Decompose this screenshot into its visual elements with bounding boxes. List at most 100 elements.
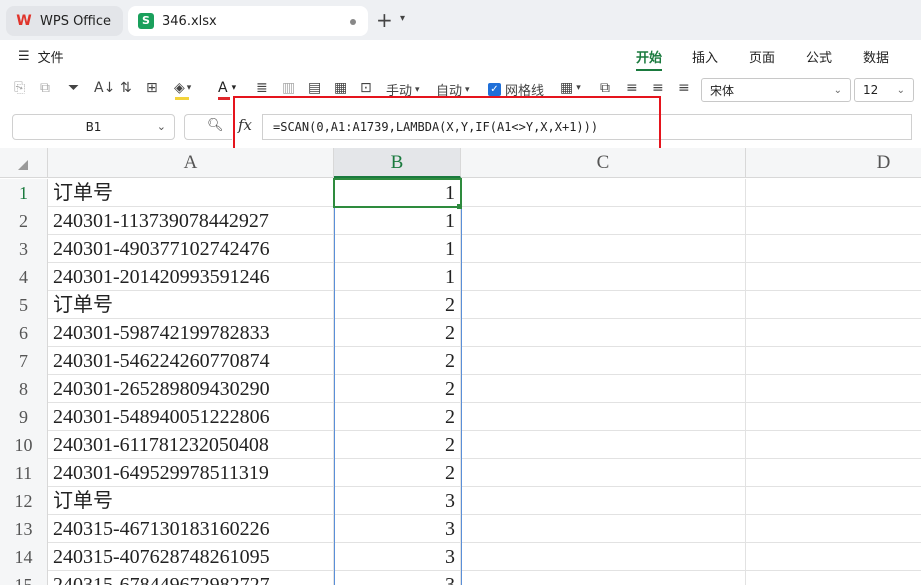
cell-c[interactable] xyxy=(461,515,746,543)
cell-b[interactable]: 2 xyxy=(334,347,461,375)
cell-c[interactable] xyxy=(461,207,746,235)
new-tab-plus-icon[interactable]: + xyxy=(376,9,393,31)
cell-d[interactable] xyxy=(746,571,921,585)
row-header[interactable]: 5 xyxy=(0,291,48,319)
cell-d[interactable] xyxy=(746,291,921,319)
borders-icon[interactable]: ⊞ xyxy=(146,80,158,96)
cell-d[interactable] xyxy=(746,459,921,487)
select-all-corner[interactable] xyxy=(0,148,48,178)
cell-c[interactable] xyxy=(461,375,746,403)
row-header[interactable]: 3 xyxy=(0,235,48,263)
file-menu[interactable]: ☰ 文件 xyxy=(18,47,64,66)
merge-icon[interactable]: ▥ xyxy=(282,80,295,96)
cell-c[interactable] xyxy=(461,403,746,431)
cell-d[interactable] xyxy=(746,431,921,459)
row-height-icon[interactable]: ▤ xyxy=(308,80,321,96)
cell-d[interactable] xyxy=(746,263,921,291)
tab-wps-office[interactable]: W WPS Office xyxy=(6,6,123,36)
cell-b[interactable]: 2 xyxy=(334,375,461,403)
cell-a[interactable]: 240301-265289809430290 xyxy=(48,375,334,403)
row-header[interactable]: 12 xyxy=(0,487,48,515)
cell-b[interactable]: 1 xyxy=(334,179,461,207)
cell-c[interactable] xyxy=(461,179,746,207)
cell-a[interactable]: 订单号 xyxy=(48,291,334,319)
column-header-a[interactable]: A xyxy=(48,148,334,178)
fill-color-icon[interactable]: ◈ ▾ xyxy=(174,80,191,96)
cell-c[interactable] xyxy=(461,235,746,263)
format-painter-icon[interactable]: ⧉ xyxy=(40,80,50,96)
cell-b[interactable]: 1 xyxy=(334,235,461,263)
font-name-select[interactable]: 宋体 ⌄ xyxy=(701,78,851,102)
cell-a[interactable]: 240301-546224260770874 xyxy=(48,347,334,375)
tab-file[interactable]: S 346.xlsx xyxy=(128,6,368,36)
row-header[interactable]: 6 xyxy=(0,319,48,347)
cell-a[interactable]: 240301-548940051222806 xyxy=(48,403,334,431)
paste-value-icon[interactable]: ⎘ xyxy=(14,80,25,96)
cell-a[interactable]: 240301-649529978511319 xyxy=(48,459,334,487)
font-color-icon[interactable]: A ▾ xyxy=(218,80,236,96)
row-header[interactable]: 7 xyxy=(0,347,48,375)
tab-list-chevron-icon[interactable]: ▾ xyxy=(400,13,405,24)
cell-d[interactable] xyxy=(746,403,921,431)
cell-d[interactable] xyxy=(746,515,921,543)
cell-b[interactable]: 2 xyxy=(334,291,461,319)
sort-descending-icon[interactable]: ⇅ xyxy=(120,80,132,96)
align-right-icon[interactable]: ≡ xyxy=(678,80,690,96)
cell-b[interactable]: 3 xyxy=(334,515,461,543)
row-header[interactable]: 14 xyxy=(0,543,48,571)
cell-a[interactable]: 240315-407628748261095 xyxy=(48,543,334,571)
font-size-select[interactable]: 12 ⌄ xyxy=(854,78,914,102)
column-header-b[interactable]: B xyxy=(334,148,461,178)
row-header[interactable]: 2 xyxy=(0,207,48,235)
row-header[interactable]: 10 xyxy=(0,431,48,459)
fill-handle[interactable] xyxy=(457,204,462,209)
cell-b[interactable]: 2 xyxy=(334,403,461,431)
column-header-c[interactable]: C xyxy=(461,148,746,178)
row-header[interactable]: 15 xyxy=(0,571,48,585)
row-header[interactable]: 9 xyxy=(0,403,48,431)
cell-d[interactable] xyxy=(746,319,921,347)
freeze-icon[interactable]: ⊡ xyxy=(360,80,372,96)
cell-d[interactable] xyxy=(746,207,921,235)
cell-b[interactable]: 3 xyxy=(334,487,461,515)
cell-style-icon[interactable]: ⧉ xyxy=(600,80,610,96)
cell-b[interactable]: 1 xyxy=(334,263,461,291)
cell-a[interactable]: 240315-678449672982727 xyxy=(48,571,334,585)
cell-a[interactable]: 订单号 xyxy=(48,179,334,207)
column-width-icon[interactable]: ▦ xyxy=(334,80,347,96)
cell-c[interactable] xyxy=(461,319,746,347)
cell-c[interactable] xyxy=(461,487,746,515)
cell-d[interactable] xyxy=(746,347,921,375)
tab-home[interactable]: 开始 xyxy=(636,47,662,66)
wrap-text-icon[interactable]: ≣ xyxy=(256,80,268,96)
cell-c[interactable] xyxy=(461,263,746,291)
cell-c[interactable] xyxy=(461,543,746,571)
tab-insert[interactable]: 插入 xyxy=(692,47,718,66)
filter-icon[interactable]: ⏷ xyxy=(68,80,79,96)
tab-formula[interactable]: 公式 xyxy=(806,47,832,66)
align-center-icon[interactable]: ≡ xyxy=(652,80,664,96)
cell-a[interactable]: 240301-490377102742476 xyxy=(48,235,334,263)
cell-a[interactable]: 240301-201420993591246 xyxy=(48,263,334,291)
cell-d[interactable] xyxy=(746,375,921,403)
cell-d[interactable] xyxy=(746,487,921,515)
table-style-icon[interactable]: ▦ ▾ xyxy=(560,80,581,96)
row-header[interactable]: 1 xyxy=(0,179,48,207)
unsaved-dot-icon[interactable] xyxy=(350,19,356,25)
cell-a[interactable]: 订单号 xyxy=(48,487,334,515)
cell-c[interactable] xyxy=(461,571,746,585)
cell-c[interactable] xyxy=(461,291,746,319)
column-header-d[interactable]: D xyxy=(746,148,921,178)
cell-d[interactable] xyxy=(746,179,921,207)
cell-b[interactable]: 1 xyxy=(334,207,461,235)
zoom-search-icon[interactable]: 🔍︎ xyxy=(207,118,224,133)
tab-page[interactable]: 页面 xyxy=(749,47,775,66)
name-box[interactable]: B1 ⌄ xyxy=(12,114,175,140)
tab-data[interactable]: 数据 xyxy=(863,47,889,66)
align-left-icon[interactable]: ≡ xyxy=(626,80,638,96)
cell-a[interactable]: 240301-113739078442927 xyxy=(48,207,334,235)
cell-d[interactable] xyxy=(746,543,921,571)
row-header[interactable]: 13 xyxy=(0,515,48,543)
cell-b[interactable]: 3 xyxy=(334,543,461,571)
cell-b[interactable]: 2 xyxy=(334,459,461,487)
